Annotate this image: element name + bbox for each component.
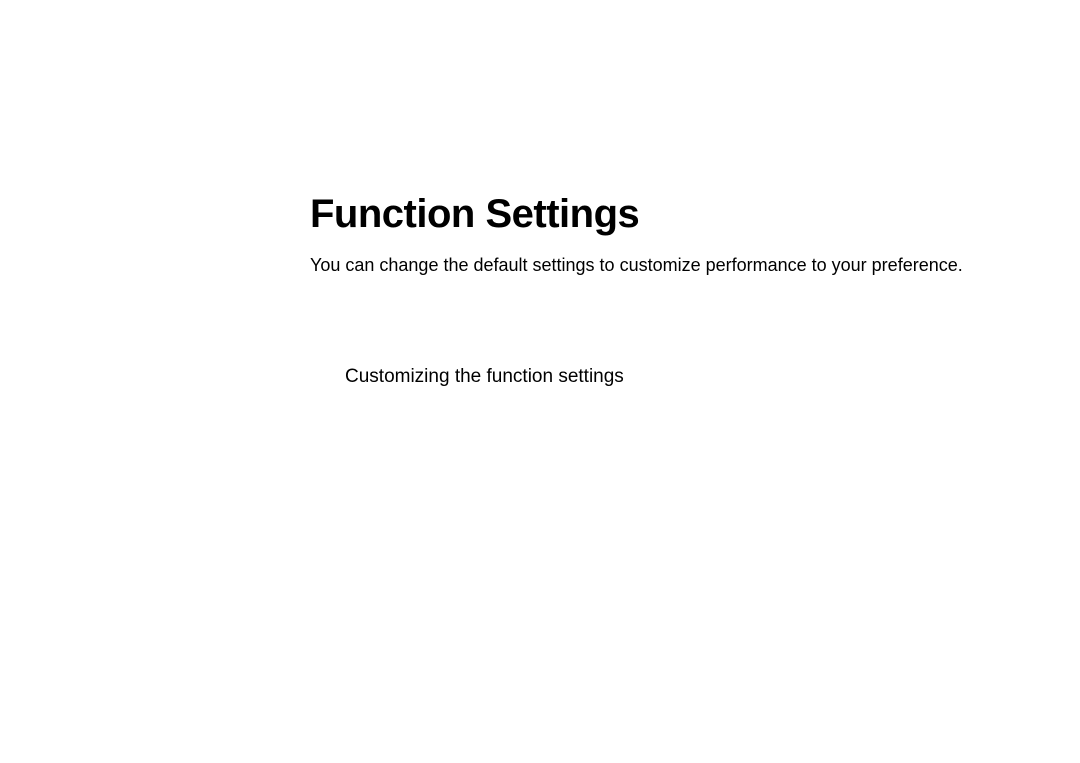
page-title: Function Settings (310, 192, 1010, 237)
section-heading: Customizing the function settings (345, 366, 624, 388)
content-wrapper: Function Settings You can change the def… (310, 192, 1010, 278)
page-description: You can change the default settings to c… (310, 253, 1010, 278)
